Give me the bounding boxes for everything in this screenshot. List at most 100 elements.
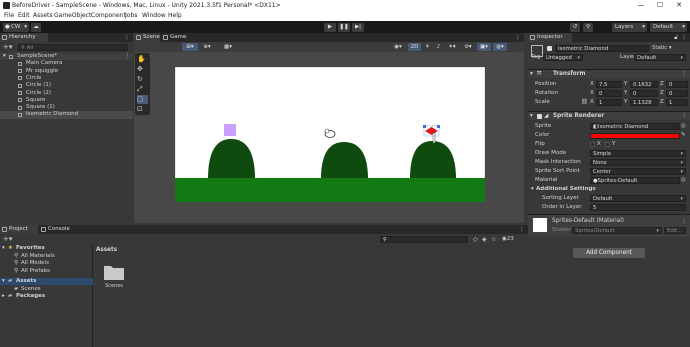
position-z-input[interactable]: 0: [666, 80, 688, 88]
gizmos-dropdown[interactable]: ◍▾: [493, 43, 507, 51]
transform-tool-button[interactable]: ⊡: [137, 105, 148, 114]
hierarchy-item[interactable]: Circle: [0, 75, 133, 82]
panel-menu-icon[interactable]: ⋮: [519, 225, 525, 234]
audio-toggle[interactable]: ♪: [434, 43, 443, 51]
hierarchy-item[interactable]: Square: [0, 97, 133, 104]
scenes-folder-tile[interactable]: Scenes: [102, 263, 126, 289]
menu-gameobject[interactable]: GameObject: [54, 11, 91, 21]
hierarchy-scene-root[interactable]: ▾ SampleScene* ⋮: [0, 53, 133, 61]
additional-settings-row[interactable]: ▾ Additional Settings: [528, 185, 690, 194]
filter-label-icon[interactable]: ◈: [482, 236, 487, 243]
project-search-input[interactable]: ⚲: [380, 236, 468, 243]
menu-edit[interactable]: Edit: [18, 11, 30, 21]
object-name-input[interactable]: Isometric Diamond: [555, 45, 649, 52]
constrain-proportions-icon[interactable]: ⛓: [581, 98, 588, 107]
hidden-objects-toggle[interactable]: ⊘▾: [461, 43, 475, 51]
favorites-folder[interactable]: ▾ ★ Favorites: [0, 245, 93, 252]
scale-x-input[interactable]: 1: [596, 98, 622, 106]
add-component-button[interactable]: Add Component: [573, 248, 645, 258]
sprite-sort-point-dropdown[interactable]: Center: [590, 167, 686, 175]
flip-x-checkbox[interactable]: [590, 142, 595, 147]
history-button[interactable]: ↺: [570, 22, 580, 32]
hierarchy-item[interactable]: Circle (1): [0, 82, 133, 89]
game-viewport[interactable]: [175, 67, 485, 202]
rotation-y-input[interactable]: 0: [630, 89, 658, 97]
order-in-layer-input[interactable]: 5: [590, 203, 686, 211]
hidden-packages-count[interactable]: ◉23: [502, 236, 514, 242]
menu-window[interactable]: Window: [142, 11, 166, 21]
position-x-input[interactable]: 7.5: [596, 80, 622, 88]
cloud-button[interactable]: ☁: [31, 22, 41, 32]
hierarchy-item[interactable]: Isometric Diamond: [0, 111, 133, 119]
object-picker-icon[interactable]: ◎: [681, 176, 686, 185]
scale-tool-button[interactable]: ⤢: [137, 85, 148, 94]
play-button[interactable]: ▶: [324, 22, 336, 32]
object-picker-icon[interactable]: ◎: [681, 122, 686, 131]
favorite-all-prefabs[interactable]: ⚲ All Prefabs: [0, 268, 93, 275]
enabled-checkbox[interactable]: [537, 114, 542, 119]
tab-console[interactable]: Console: [39, 225, 75, 234]
scene-menu-icon[interactable]: ⋮: [125, 53, 131, 60]
assets-folder[interactable]: ▾ ▰ Assets: [0, 278, 93, 286]
search-toolbar-button[interactable]: ⚲: [583, 22, 593, 32]
menu-file[interactable]: File: [4, 11, 14, 21]
rotation-x-input[interactable]: 0: [596, 89, 622, 97]
filter-type-icon[interactable]: ◇: [473, 236, 478, 243]
global-toggle[interactable]: ⊕▾: [200, 43, 214, 51]
sprite-renderer-section-header[interactable]: ▾ ◢ Sprite Renderer ⋮: [528, 111, 690, 120]
tab-inspector[interactable]: Inspector: [528, 33, 572, 42]
view-tool-button[interactable]: ✋: [137, 55, 148, 64]
maximize-button[interactable]: ☐: [651, 0, 669, 11]
minimize-button[interactable]: —: [632, 0, 650, 11]
panel-menu-icon[interactable]: ⋮: [515, 33, 521, 42]
panel-menu-icon[interactable]: ⋮: [681, 33, 687, 42]
panel-menu-icon[interactable]: ⋮: [124, 33, 130, 42]
tab-hierarchy[interactable]: Hierarchy: [0, 33, 48, 42]
favorite-all-models[interactable]: ⚲ All Models: [0, 260, 93, 267]
component-menu-icon[interactable]: ⋮: [681, 218, 687, 225]
active-checkbox[interactable]: [547, 46, 552, 51]
tab-project[interactable]: Project: [0, 225, 38, 234]
rect-tool-button[interactable]: ▢: [137, 95, 148, 104]
static-checkbox[interactable]: Static ▾: [652, 45, 672, 51]
rotate-tool-button[interactable]: ↻: [137, 75, 148, 84]
move-tool-button[interactable]: ✥: [137, 65, 148, 74]
sorting-layer-dropdown[interactable]: Default: [590, 194, 686, 202]
material-field[interactable]: ●Sprites-Default: [590, 176, 680, 184]
close-window-button[interactable]: ✕: [670, 0, 688, 11]
eyedropper-icon[interactable]: ✎: [681, 131, 686, 140]
lock-icon[interactable]: 🔓︎: [674, 33, 678, 42]
pivot-toggle[interactable]: ⊞▾: [182, 43, 198, 51]
scenes-folder[interactable]: ▰ Scenes: [0, 286, 93, 293]
scale-y-input[interactable]: 1.1328: [630, 98, 658, 106]
layers-dropdown[interactable]: Layers ▾: [612, 22, 647, 32]
favorite-star-icon[interactable]: ☆: [491, 236, 496, 243]
menu-help[interactable]: Help: [168, 11, 182, 21]
2d-mode-toggle[interactable]: 2D: [408, 43, 421, 51]
shading-mode-dropdown[interactable]: ◉▾: [390, 43, 406, 51]
hierarchy-search-input[interactable]: ⚲ All: [18, 43, 128, 51]
grid-snap-toggle[interactable]: ▦▾: [220, 43, 236, 51]
flip-y-checkbox[interactable]: [605, 142, 610, 147]
camera-settings-dropdown[interactable]: ▣▾: [477, 43, 491, 51]
pause-button[interactable]: ❚❚: [338, 22, 350, 32]
favorite-all-materials[interactable]: ⚲ All Materials: [0, 253, 93, 260]
lighting-toggle[interactable]: ☀: [423, 43, 432, 51]
tag-dropdown[interactable]: Untagged: [543, 54, 583, 61]
rotation-z-input[interactable]: 0: [666, 89, 688, 97]
edit-shader-button[interactable]: Edit...: [664, 227, 686, 234]
tab-scene[interactable]: Scene: [134, 33, 160, 42]
shader-dropdown[interactable]: Sprites/Default: [572, 227, 662, 234]
hierarchy-item[interactable]: Main Camera: [0, 60, 133, 67]
effects-dropdown[interactable]: ✦▾: [445, 43, 459, 51]
transform-section-header[interactable]: ▾ ⤧ Transform ⋮: [528, 69, 690, 78]
layer-dropdown[interactable]: Default: [634, 54, 686, 61]
step-button[interactable]: ▶|: [352, 22, 364, 32]
sprite-field[interactable]: ◧Isometric Diamond: [590, 122, 680, 130]
menu-component[interactable]: Component: [91, 11, 126, 21]
menu-jobs[interactable]: Jobs: [125, 11, 137, 21]
packages-folder[interactable]: ▸ ▰ Packages: [0, 293, 93, 300]
component-menu-icon[interactable]: ⋮: [681, 70, 687, 79]
component-menu-icon[interactable]: ⋮: [681, 112, 687, 121]
menu-assets[interactable]: Assets: [33, 11, 53, 21]
